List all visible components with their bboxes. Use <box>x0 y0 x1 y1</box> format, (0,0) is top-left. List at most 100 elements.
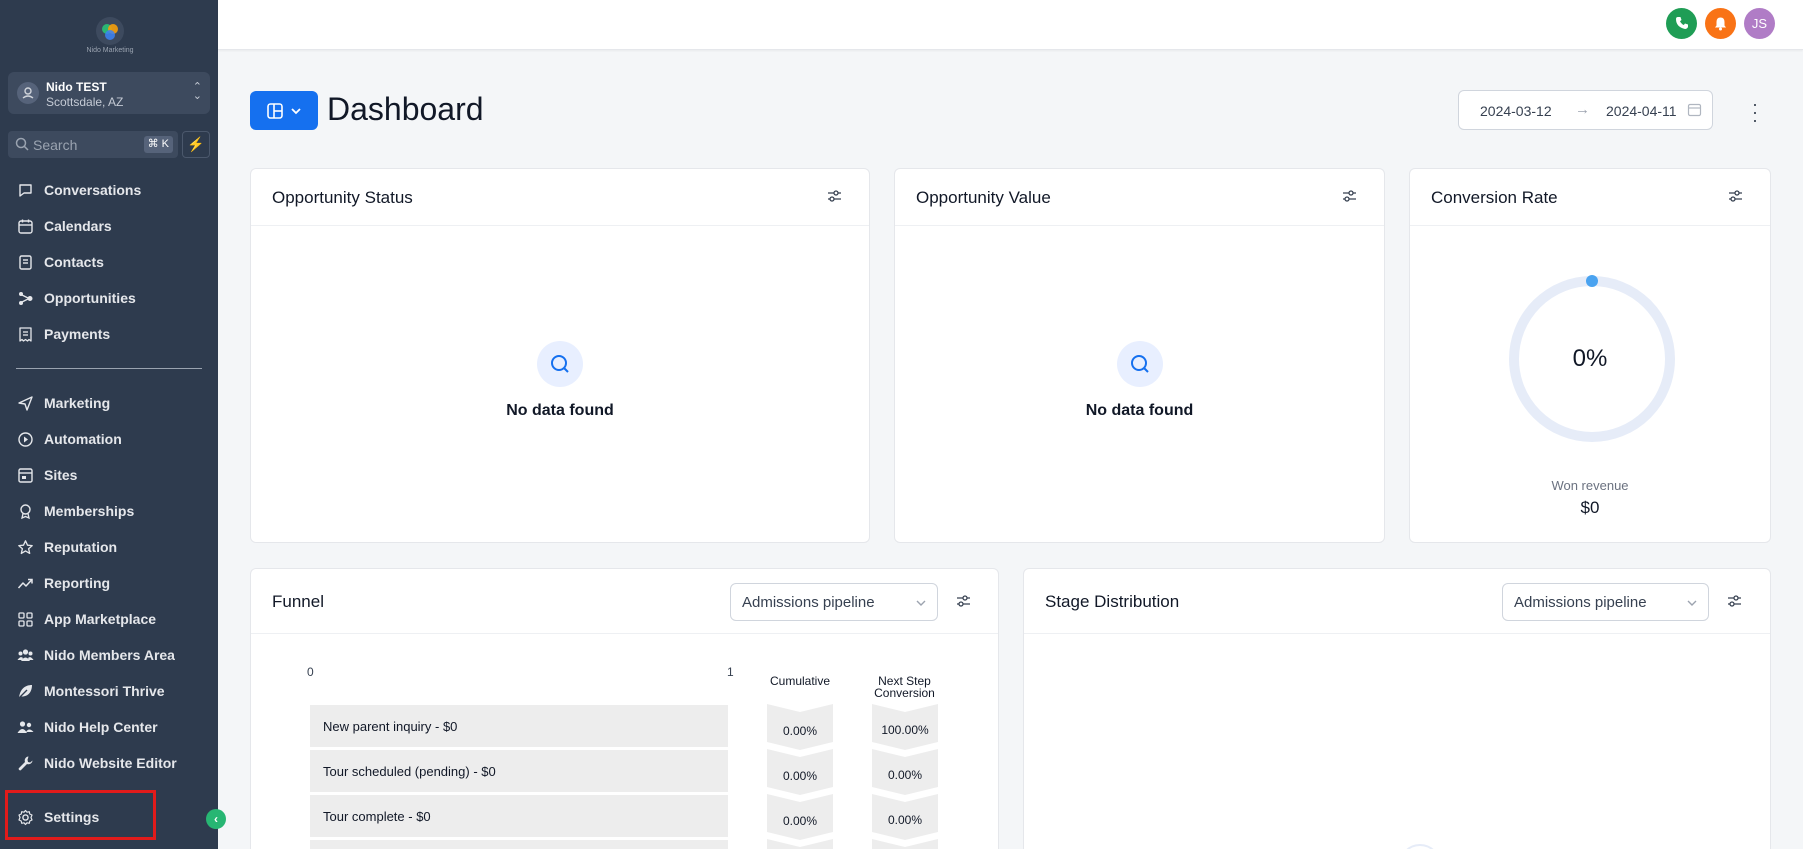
account-name: Nido TEST <box>46 80 107 94</box>
filter-settings-icon[interactable] <box>1341 188 1358 205</box>
sidebar-item-label: Nido Members Area <box>44 647 175 663</box>
select-value: Admissions pipeline <box>1514 594 1647 611</box>
sidebar-item-marketing[interactable]: Marketing <box>0 387 218 419</box>
chevron-left-icon: ‹ <box>214 812 218 826</box>
more-options-icon[interactable]: · · · <box>1746 95 1764 129</box>
card-title: Opportunity Value <box>916 188 1051 207</box>
funnel-stage-label: Tour complete - $0 <box>323 809 431 824</box>
sidebar-item-reporting[interactable]: Reporting <box>0 567 218 599</box>
funnel-stage-row: Tour scheduled (pending) - $0 <box>310 750 728 792</box>
filter-settings-icon[interactable] <box>1726 593 1743 610</box>
filter-settings-icon[interactable] <box>826 188 843 205</box>
sidebar-item-label: Nido Help Center <box>44 719 158 735</box>
date-to[interactable]: 2024-04-11 <box>1606 103 1677 119</box>
grid-icon <box>17 611 34 628</box>
cumulative-value: 0.00% <box>782 814 818 828</box>
funnel-col-next-step: Next Step Conversion <box>874 674 935 700</box>
funnel-stage-row: Tour complete - $0 <box>310 795 728 837</box>
settings-highlight <box>5 790 156 840</box>
calendar-icon <box>1687 103 1702 117</box>
stage-pipeline-select[interactable]: Admissions pipeline <box>1502 583 1709 621</box>
sidebar-item-label: Conversations <box>44 182 142 198</box>
sidebar: Nido Marketing Nido TEST Scottsdale, AZ … <box>0 0 226 849</box>
sidebar-item-automation[interactable]: Automation <box>0 423 218 455</box>
sidebar-item-label: Opportunities <box>44 290 136 306</box>
user-avatar[interactable]: JS <box>1744 8 1775 39</box>
sidebar-item-label: Contacts <box>44 254 104 270</box>
gauge-indicator <box>1586 275 1598 287</box>
funnel-axis-min: 0 <box>307 665 314 679</box>
search-icon <box>15 137 29 151</box>
sidebar-item-montessori-thrive[interactable]: Montessori Thrive <box>0 675 218 707</box>
sidebar-item-calendars[interactable]: Calendars <box>0 210 218 242</box>
card-title: Stage Distribution <box>1045 592 1180 611</box>
receipt-icon <box>17 326 34 343</box>
sidebar-item-nido-members-area[interactable]: Nido Members Area <box>0 639 218 671</box>
send-icon <box>17 395 34 412</box>
trend-icon <box>17 575 34 592</box>
phone-button[interactable] <box>1666 8 1697 39</box>
account-switcher[interactable]: Nido TEST Scottsdale, AZ ⌃ ⌄ <box>8 72 210 114</box>
empty-search-icon <box>537 341 583 387</box>
filter-settings-icon[interactable] <box>955 593 972 610</box>
search-input[interactable]: Search ⌘ K <box>8 131 178 158</box>
search-shortcut: ⌘ K <box>143 136 173 153</box>
sidebar-item-label: Nido Website Editor <box>44 755 177 771</box>
dashboard-switcher-button[interactable] <box>250 91 318 130</box>
sites-icon <box>17 467 34 484</box>
card-title: Conversion Rate <box>1431 188 1558 207</box>
date-from[interactable]: 2024-03-12 <box>1480 103 1552 119</box>
sidebar-item-payments[interactable]: Payments <box>0 318 218 350</box>
opportunity-status-card: Opportunity Status No data found <box>250 168 870 543</box>
chevron-down-icon <box>916 600 926 606</box>
brand-logo[interactable]: Nido Marketing <box>80 16 140 58</box>
won-revenue-label: Won revenue <box>1551 478 1629 493</box>
search-placeholder: Search <box>33 137 78 153</box>
select-value: Admissions pipeline <box>742 594 875 611</box>
sidebar-item-conversations[interactable]: Conversations <box>0 174 218 206</box>
empty-state: No data found <box>251 341 869 420</box>
next-step-value: 0.00% <box>887 768 923 782</box>
contacts-book-icon <box>17 254 34 271</box>
account-location: Scottsdale, AZ <box>46 95 124 109</box>
funnel-stage-row <box>310 840 728 849</box>
sidebar-item-app-marketplace[interactable]: App Marketplace <box>0 603 218 635</box>
sidebar-item-memberships[interactable]: Memberships <box>0 495 218 527</box>
card-header: Conversion Rate <box>1410 169 1770 226</box>
funnel-pipeline-select[interactable]: Admissions pipeline <box>730 583 938 621</box>
sidebar-item-label: App Marketplace <box>44 611 157 627</box>
page-title: Dashboard <box>327 91 484 127</box>
quick-action-button[interactable]: ⚡ <box>182 131 210 158</box>
sidebar-item-nido-website-editor[interactable]: Nido Website Editor <box>0 747 218 779</box>
notifications-button[interactable] <box>1705 8 1736 39</box>
sidebar-item-label: Calendars <box>44 218 112 234</box>
collapse-sidebar-button[interactable]: ‹ <box>206 809 226 829</box>
sidebar-item-label: Reporting <box>44 575 111 591</box>
automation-icon <box>17 431 34 448</box>
card-header: Opportunity Value <box>895 169 1384 226</box>
conversion-rate-card: Conversion Rate 0% Won revenue $0 <box>1409 168 1771 543</box>
sidebar-item-reputation[interactable]: Reputation <box>0 531 218 563</box>
members-icon <box>17 647 34 664</box>
sidebar-item-label: Reputation <box>44 539 118 555</box>
sidebar-item-sites[interactable]: Sites <box>0 459 218 491</box>
sidebar-item-contacts[interactable]: Contacts <box>0 246 218 278</box>
chat-bubble-icon <box>17 182 34 199</box>
cumulative-value: 0.00% <box>782 724 818 738</box>
sidebar-item-opportunities[interactable]: Opportunities <box>0 282 218 314</box>
empty-search-icon <box>1116 341 1163 387</box>
funnel-stage-row: New parent inquiry - $0 <box>310 705 728 747</box>
logo-text: Nido Marketing <box>86 47 134 54</box>
card-title: Funnel <box>272 592 324 611</box>
opportunities-icon <box>17 290 34 307</box>
phone-icon <box>1675 17 1688 29</box>
empty-state: No data found <box>895 341 1384 420</box>
sidebar-item-nido-help-center[interactable]: Nido Help Center <box>0 711 218 743</box>
date-range-picker[interactable]: 2024-03-12 → 2024-04-11 <box>1458 90 1713 130</box>
chevron-down-icon <box>1687 600 1697 606</box>
card-title: Opportunity Status <box>272 188 413 207</box>
badge-icon <box>17 503 34 520</box>
calendar-icon <box>17 218 34 235</box>
filter-settings-icon[interactable] <box>1727 188 1744 205</box>
bell-icon <box>1715 17 1726 31</box>
